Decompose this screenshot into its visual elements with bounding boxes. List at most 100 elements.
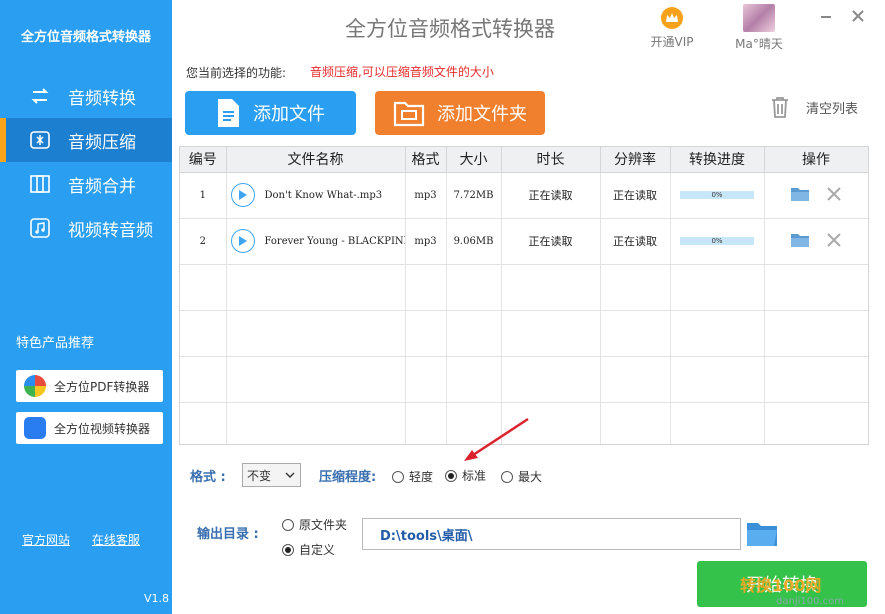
radio-label: 自定义 [299,543,336,557]
sidebar-item-label: 视频转音频 [68,220,153,241]
version-label: V1.8 [144,592,170,605]
radio-label: 标准 [462,469,487,483]
add-file-label: 添加文件 [253,104,325,125]
sidebar-item-label: 音频压缩 [68,132,136,153]
official-site-link[interactable]: 官方网站 [22,533,70,547]
radio-custom-folder[interactable]: 自定义 [282,541,335,558]
promo-label: 全方位视频转换器 [54,421,151,436]
progress-bar: 0% [680,237,754,245]
function-description: 音频压缩,可以压缩音频文件的大小 [310,65,494,79]
file-name: Forever Young - BLACKPINK [264,235,405,247]
column-header: 文件名称 [226,147,406,173]
avatar [743,4,775,32]
delete-icon[interactable] [826,232,842,251]
file-resolution: 正在读取 [600,172,671,219]
empty-row [180,310,868,357]
sidebar-item-label: 音频转换 [68,88,136,109]
clear-list-label: 清空列表 [806,101,859,117]
minimize-button[interactable] [818,8,834,24]
username: Ma°晴天 [735,37,783,51]
file-format: mp3 [405,218,447,265]
column-header: 大小 [446,147,502,173]
user-account[interactable]: Ma°晴天 [729,4,789,52]
video-converter-logo-icon [24,417,46,439]
function-label: 您当前选择的功能: [186,66,287,80]
close-button[interactable] [850,8,866,24]
sidebar-item-audio-compress[interactable]: 音频压缩 [0,118,172,162]
promo-video-converter[interactable]: 全方位视频转换器 [16,412,163,444]
window-title: 全方位音频格式转换器 [345,17,555,41]
open-folder-icon[interactable] [790,232,810,251]
output-path-field[interactable]: D:\tools\桌面\ [362,518,741,550]
radio-standard[interactable]: 标准 [445,467,486,484]
online-service-link[interactable]: 在线客服 [92,533,140,547]
sidebar-nav: 音频转换 音频压缩 音频合并 视频转音频 [0,74,172,250]
play-icon[interactable] [230,229,255,253]
file-table: 编号 文件名称 格式 大小 时长 分辨率 转换进度 操作 1 Don't Kno… [179,146,869,445]
radio-light[interactable]: 轻度 [392,468,433,485]
watermark-logo: 转换100网 [740,576,822,595]
open-folder-icon[interactable] [790,186,810,205]
column-header: 转换进度 [670,147,765,173]
file-size: 9.06MB [446,218,502,265]
compress-icon [28,129,52,151]
table-row: 1 Don't Know What-.mp3 mp3 7.72MB 正在读取 正… [180,172,868,219]
ops-cell [764,218,868,265]
format-select[interactable]: 不变 [242,463,301,487]
file-size: 7.72MB [446,172,502,219]
file-duration: 正在读取 [501,218,601,265]
column-header: 格式 [405,147,447,173]
promo-title: 特色产品推荐 [16,336,95,351]
convert-icon [28,85,52,107]
add-folder-label: 添加文件夹 [437,104,527,125]
add-folder-button[interactable]: 添加文件夹 [375,91,545,135]
radio-original-folder[interactable]: 原文件夹 [282,516,347,533]
column-header: 时长 [501,147,601,173]
vip-button[interactable]: 开通VIP [647,7,697,50]
pdf-converter-logo-icon [24,375,46,397]
folder-icon [393,99,425,127]
promo-pdf-converter[interactable]: 全方位PDF转换器 [16,370,163,402]
progress-cell: 0% [670,218,765,265]
radio-label: 最大 [518,470,543,484]
chevron-down-icon [285,472,295,478]
empty-row [180,264,868,311]
sidebar-item-audio-merge[interactable]: 音频合并 [0,162,172,206]
radio-dot [445,469,457,482]
radio-max[interactable]: 最大 [501,468,542,485]
file-name-cell: Forever Young - BLACKPINK [226,218,406,265]
format-label: 格式 : [190,470,226,485]
app-brand: 全方位音频格式转换器 [20,30,151,45]
sidebar-links: 官方网站 在线客服 [22,531,158,548]
file-duration: 正在读取 [501,172,601,219]
delete-icon[interactable] [826,186,842,205]
ops-cell [764,172,868,219]
folder-open-icon [747,523,777,546]
music-note-icon [28,217,52,239]
watermark-url: danji100.com [776,596,844,607]
radio-dot [282,518,294,531]
row-number: 1 [180,172,227,219]
sidebar-item-audio-convert[interactable]: 音频转换 [0,74,172,118]
row-number: 2 [180,218,227,265]
radio-dot [282,543,294,556]
column-header: 分辨率 [600,147,671,173]
file-format: mp3 [405,172,447,219]
merge-icon [28,173,52,195]
close-icon [852,10,864,22]
browse-folder-button[interactable] [746,520,778,551]
file-resolution: 正在读取 [600,218,671,265]
radio-label: 轻度 [409,470,434,484]
annotation-arrow-icon [464,417,529,461]
progress-cell: 0% [670,172,765,219]
play-icon[interactable] [230,183,255,207]
add-file-button[interactable]: 添加文件 [185,91,356,135]
clear-list-button[interactable]: 清空列表 [770,96,858,118]
sidebar-item-video-to-audio[interactable]: 视频转音频 [0,206,172,250]
file-name: Don't Know What-.mp3 [264,189,383,201]
crown-icon [661,7,683,29]
column-header: 操作 [764,147,868,173]
file-icon [215,98,241,128]
sidebar-item-label: 音频合并 [68,176,136,197]
sidebar: 全方位音频格式转换器 音频转换 音频压缩 音频合并 视频转音频 特色产品推荐 全… [0,0,172,614]
